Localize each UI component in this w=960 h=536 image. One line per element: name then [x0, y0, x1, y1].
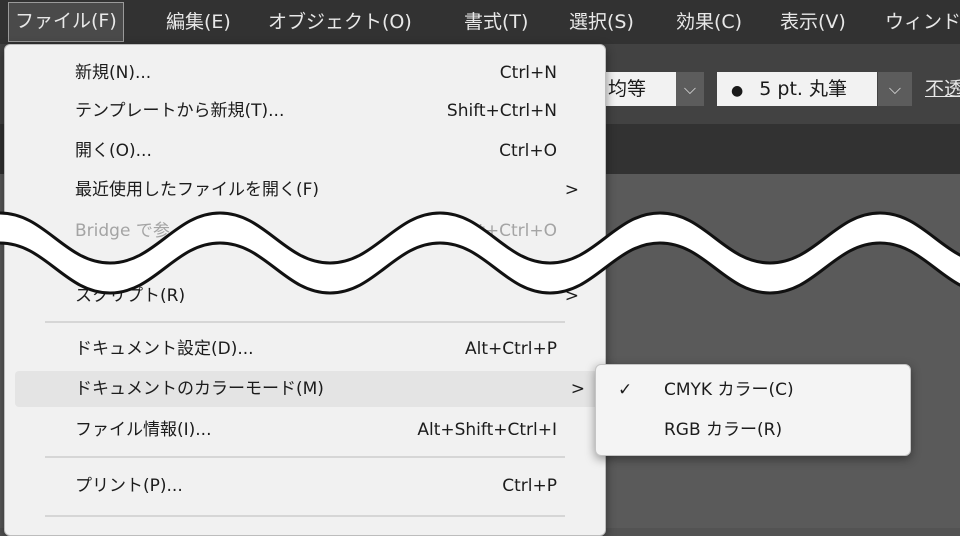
menu-item-label: 最近使用したファイルを開く(F) — [75, 180, 320, 200]
menu-select[interactable]: 選択(S) — [569, 0, 634, 44]
menu-item-shortcut: Ctrl+P — [502, 476, 557, 496]
chevron-down-icon[interactable]: ⌵ — [676, 72, 704, 106]
checkmark-icon: ✓ — [618, 380, 633, 400]
menu-item-label: 新規(N)... — [75, 63, 152, 83]
submenu-item-rgb[interactable]: RGB カラー(R) — [596, 410, 910, 450]
submenu-item-label: RGB カラー(R) — [664, 420, 783, 440]
menu-item-shortcut: Alt+Ctrl+P — [464, 339, 557, 359]
menu-item-label: ドキュメント設定(D)... — [75, 339, 254, 359]
chevron-right-icon: > — [570, 379, 585, 399]
color-mode-submenu: ✓ CMYK カラー(C) RGB カラー(R) — [595, 364, 911, 456]
menu-item-shortcut: Ctrl+N — [499, 63, 557, 83]
opacity-link[interactable]: 不透 — [925, 72, 960, 106]
submenu-item-label: CMYK カラー(C) — [664, 380, 794, 400]
menu-item-label: ドキュメントのカラーモード(M) — [75, 379, 324, 399]
menu-window[interactable]: ウィンド — [885, 0, 960, 44]
chevron-down-icon[interactable]: ⌵ — [878, 72, 912, 106]
submenu-item-cmyk[interactable]: ✓ CMYK カラー(C) — [596, 370, 910, 410]
menu-item-open[interactable]: 開く(O)... Ctrl+O — [5, 133, 605, 169]
menu-edit[interactable]: 編集(E) — [166, 0, 231, 44]
menu-item-label: プリント(P)... — [75, 476, 183, 496]
menu-item-shortcut: Shift+Ctrl+N — [446, 101, 557, 121]
menu-type[interactable]: 書式(T) — [464, 0, 528, 44]
menu-item-print[interactable]: プリント(P)... Ctrl+P — [5, 468, 605, 504]
bullet-icon: ● — [731, 83, 744, 99]
menu-separator — [45, 515, 565, 517]
menu-item-document-setup[interactable]: ドキュメント設定(D)... Alt+Ctrl+P — [5, 331, 605, 367]
menu-view[interactable]: 表示(V) — [780, 0, 846, 44]
menu-item-document-color-mode[interactable]: ドキュメントのカラーモード(M) > — [15, 371, 601, 407]
menu-item-shortcut: Alt+Shift+Ctrl+I — [417, 420, 557, 440]
menu-item-new-from-template[interactable]: テンプレートから新規(T)... Shift+Ctrl+N — [5, 93, 605, 129]
brush-definition-select[interactable]: ● 5 pt. 丸筆 — [717, 72, 877, 106]
menu-effect[interactable]: 効果(C) — [676, 0, 742, 44]
menu-file[interactable]: ファイル(F) — [8, 2, 124, 42]
chevron-right-icon: > — [564, 180, 579, 200]
menu-item-open-recent[interactable]: 最近使用したファイルを開く(F) > — [5, 172, 605, 208]
brush-definition-value: 5 pt. 丸筆 — [759, 78, 847, 100]
stroke-profile-select[interactable]: 均等 — [596, 72, 676, 106]
menu-item-label: テンプレートから新規(T)... — [75, 101, 285, 121]
omission-wave-band — [0, 211, 960, 295]
menu-item-new[interactable]: 新規(N)... Ctrl+N — [5, 55, 605, 91]
menu-item-shortcut: Ctrl+O — [499, 141, 557, 161]
menu-item-file-info[interactable]: ファイル情報(I)... Alt+Shift+Ctrl+I — [5, 412, 605, 448]
menu-separator — [45, 456, 565, 458]
menu-item-label: ファイル情報(I)... — [75, 420, 212, 440]
stroke-profile-value: 均等 — [608, 78, 647, 100]
menu-item-label: 開く(O)... — [75, 141, 152, 161]
menu-bar: ファイル(F) 編集(E) オブジェクト(O) 書式(T) 選択(S) 効果(C… — [0, 0, 960, 44]
menu-object[interactable]: オブジェクト(O) — [268, 0, 412, 44]
menu-separator — [45, 321, 565, 323]
